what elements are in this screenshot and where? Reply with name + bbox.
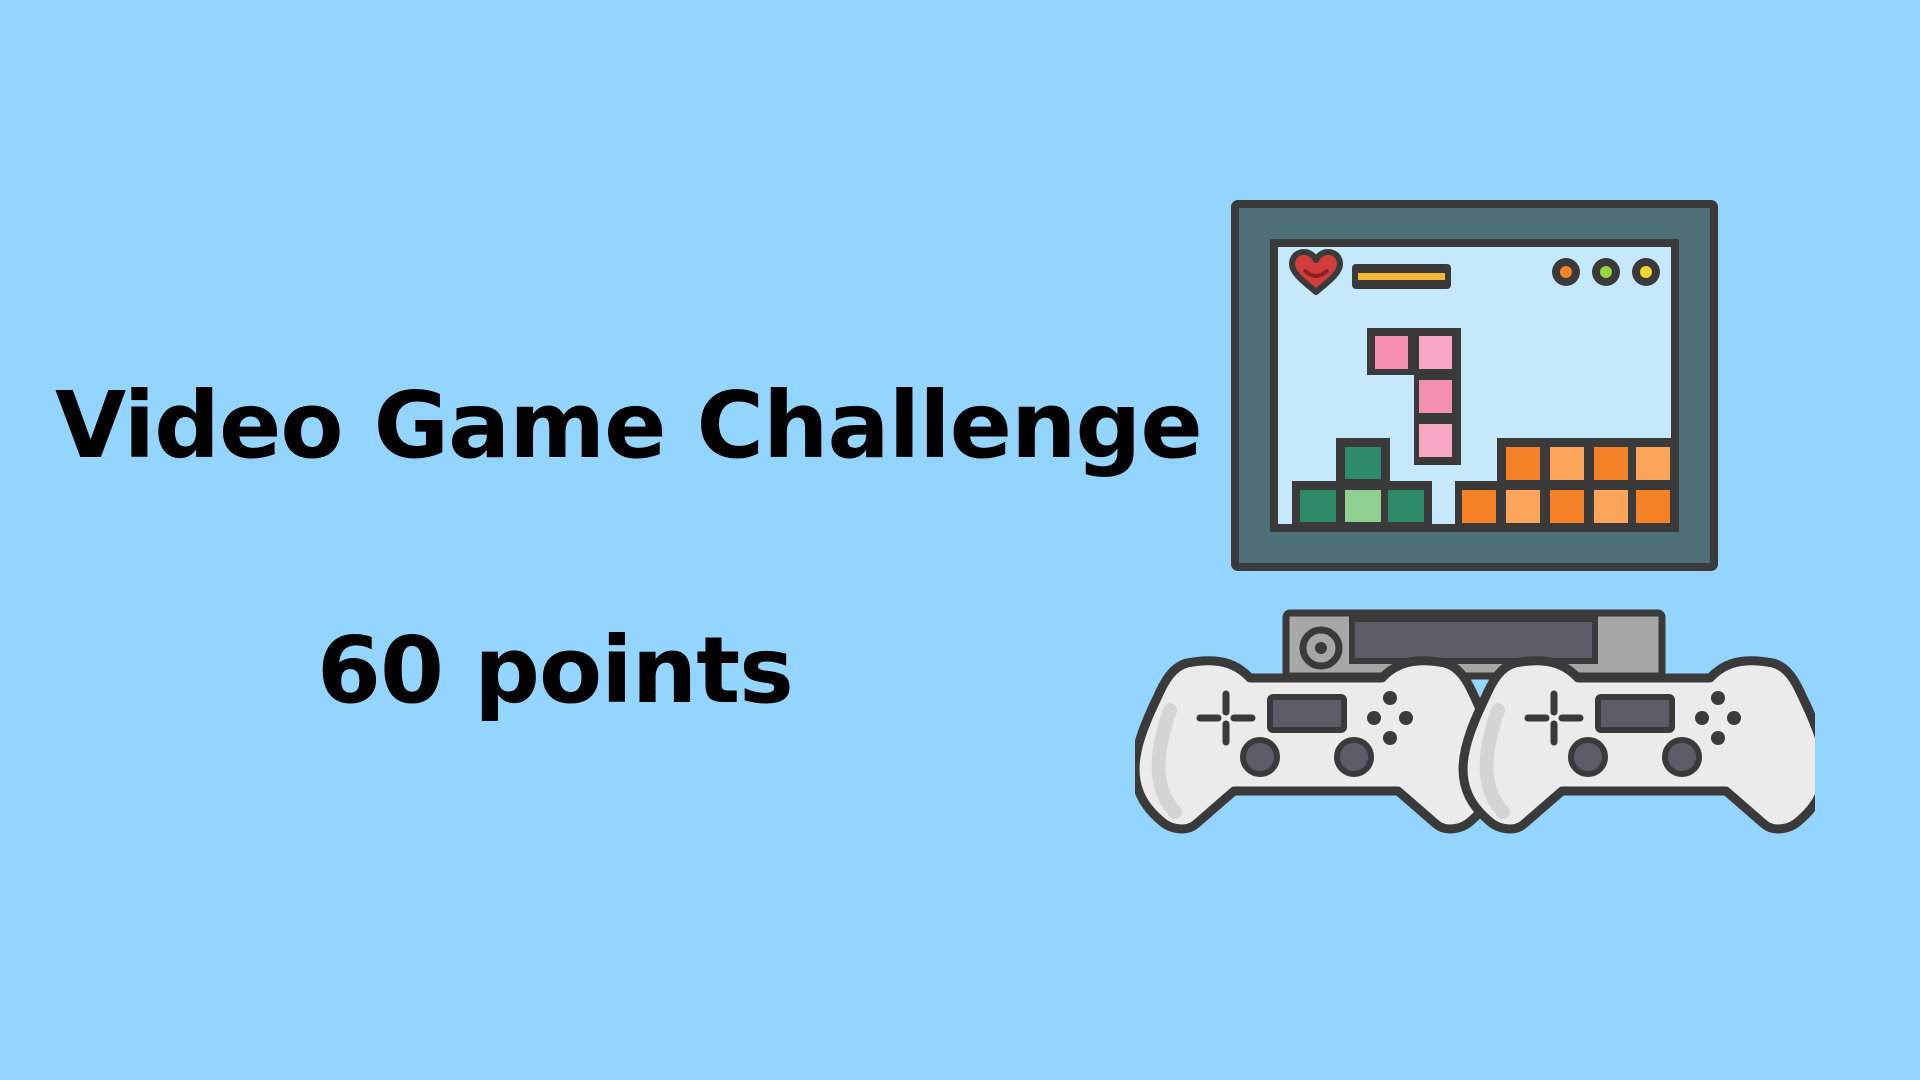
video-game-illustration bbox=[1135, 200, 1815, 834]
points-label: 60 points bbox=[317, 617, 794, 724]
slide-title: Video Game Challenge bbox=[55, 372, 1203, 479]
slide-background: Video Game Challenge 60 points bbox=[0, 0, 1920, 1080]
tv-monitor-icon bbox=[1231, 200, 1718, 571]
gamepad-icon bbox=[1458, 656, 1815, 834]
gamepad-icon bbox=[1135, 656, 1502, 834]
